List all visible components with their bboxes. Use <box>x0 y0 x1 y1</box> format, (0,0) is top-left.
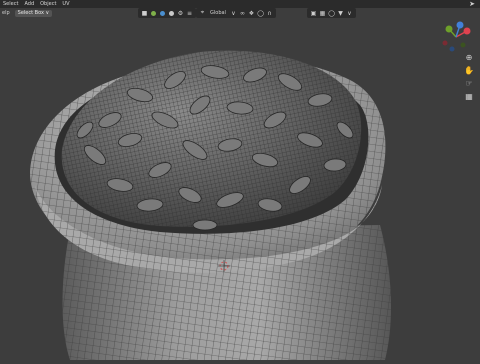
sack-mesh-render <box>30 50 392 360</box>
gizmo-neg-x <box>442 40 448 46</box>
gizmo-z-axis <box>456 21 464 29</box>
menu-uv[interactable]: UV <box>59 0 72 8</box>
overlay-icon[interactable]: ◯ <box>328 10 335 17</box>
sphere-icon[interactable] <box>150 10 157 17</box>
camera-icon[interactable]: ▣ <box>310 10 317 17</box>
gear-icon[interactable]: ⚙ <box>177 10 184 17</box>
gizmo-y-axis <box>445 25 453 33</box>
transform-orientation-group: ⌖ Global ∨ ∞ ❖ ◯ ∩ <box>196 8 276 18</box>
select-mode-dropdown[interactable]: Select Box ∨ <box>14 9 53 17</box>
tool-left-label[interactable]: elp <box>0 9 12 17</box>
zoom-icon[interactable]: ⊕ <box>463 51 475 63</box>
area-options-icon[interactable]: ➤ <box>466 0 478 8</box>
pan-hand-icon[interactable]: ✋ <box>463 64 475 76</box>
funnel-icon[interactable]: ▼ <box>337 10 344 17</box>
menu-object[interactable]: Object <box>37 0 59 8</box>
peanut-pile <box>61 50 362 231</box>
snap-icon[interactable]: ❖ <box>248 10 255 17</box>
orientation-dropdown[interactable]: Global <box>208 9 228 17</box>
object-mode-icon[interactable]: ■ <box>141 10 148 17</box>
ortho-grid-icon[interactable]: ▦ <box>463 90 475 102</box>
filter-icon[interactable]: ≡ <box>186 10 193 17</box>
gizmo-neg-y <box>460 42 466 48</box>
3d-viewport[interactable] <box>0 0 480 360</box>
gizmo-x-axis <box>463 27 471 35</box>
proportional-edit-icon[interactable]: ◯ <box>257 10 264 17</box>
chevron-down-icon[interactable]: ∨ <box>346 10 353 17</box>
gizmo-neg-z <box>449 46 455 52</box>
menu-add[interactable]: Add <box>21 0 37 8</box>
pivot-icon[interactable]: ∞ <box>239 10 246 17</box>
menu-select[interactable]: Select <box>0 0 21 8</box>
orientation-icon: ⌖ <box>200 9 205 16</box>
tool-settings-header: elp Select Box ∨ <box>0 9 53 17</box>
render-icon[interactable] <box>168 10 175 17</box>
material-icon[interactable] <box>159 10 166 17</box>
falloff-icon[interactable]: ∩ <box>266 10 273 17</box>
camera-view-icon[interactable]: ☞ <box>463 77 475 89</box>
chevron-down-icon[interactable]: ∨ <box>230 10 237 17</box>
navigation-gizmo[interactable] <box>436 15 476 55</box>
overlay-group: ▣ ▦ ◯ ▼ ∨ <box>307 8 356 18</box>
header-menu-bar: Select Add Object UV <box>0 0 480 8</box>
mode-icons-group: ■ ⚙ ≡ <box>138 8 196 18</box>
grid-icon[interactable]: ▦ <box>319 10 326 17</box>
